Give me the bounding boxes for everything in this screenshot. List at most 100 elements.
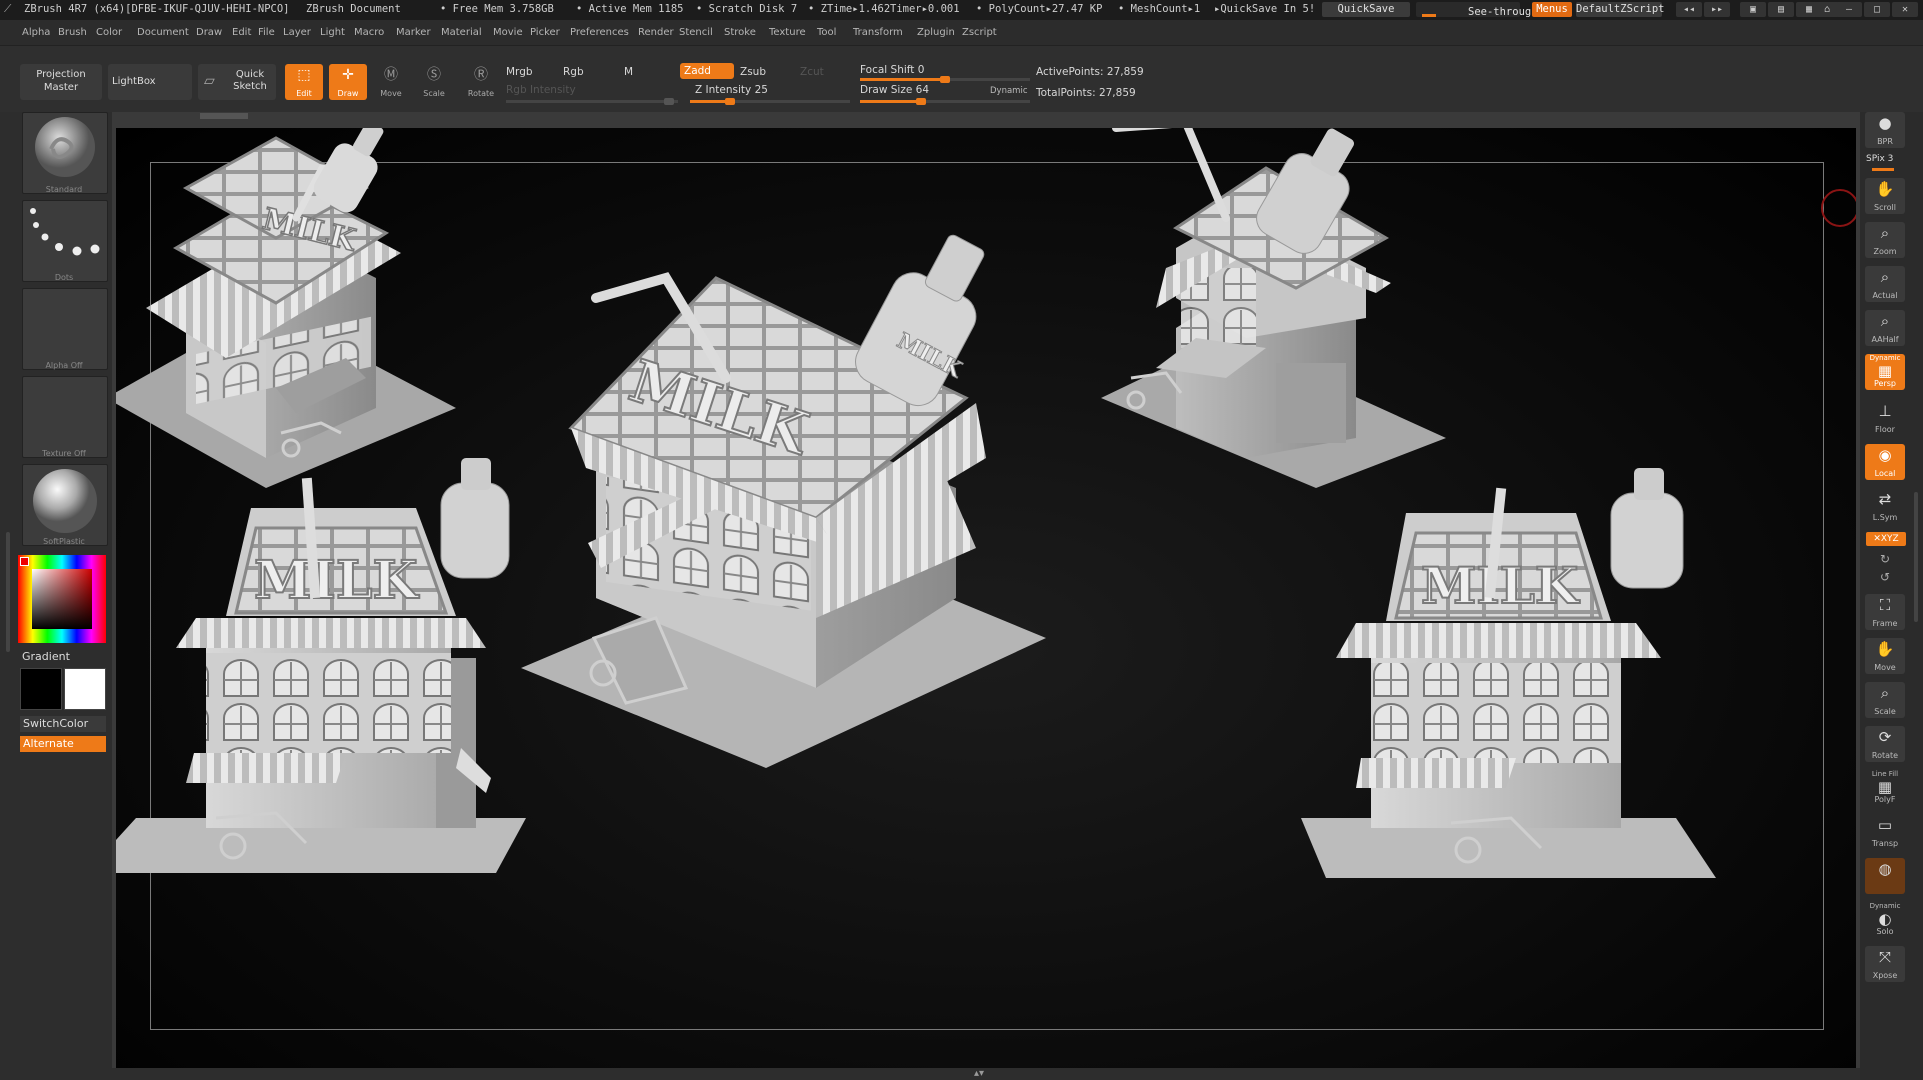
expand-bottom-shelf-icon[interactable]: ▴▾	[974, 1068, 984, 1079]
scroll-left-icon[interactable]: ◂◂	[1676, 2, 1702, 17]
secondary-color-swatch[interactable]	[64, 668, 106, 710]
solo-button[interactable]: Dynamic ◐ Solo	[1865, 902, 1905, 938]
menu-light[interactable]: Light	[320, 27, 345, 38]
m-button[interactable]: M	[624, 66, 633, 78]
color-picker[interactable]	[18, 555, 106, 643]
gradient-toggle[interactable]: Gradient	[22, 650, 70, 663]
aahalf-button[interactable]: ⌕ AAHalf	[1865, 310, 1905, 346]
draw-size-knob[interactable]	[916, 98, 927, 105]
minimize-icon[interactable]: –	[1836, 2, 1862, 17]
rgb-intensity-knob[interactable]	[664, 98, 674, 105]
zadd-button[interactable]: Zadd	[680, 63, 734, 79]
menu-macro[interactable]: Macro	[354, 27, 384, 38]
main-color-swatch[interactable]	[20, 668, 62, 710]
move-icon: Ⓜ	[384, 67, 398, 83]
zoom-button[interactable]: ⌕ Zoom	[1865, 222, 1905, 258]
rgb-intensity-track[interactable]	[506, 98, 678, 105]
layout-alt-icon[interactable]: ▤	[1768, 2, 1794, 17]
rotate-button[interactable]: Ⓡ Rotate	[461, 64, 501, 100]
actual-button[interactable]: ⌕ Actual	[1865, 266, 1905, 302]
xyz-toggle[interactable]: ✕XYZ	[1866, 532, 1906, 546]
canvas-scroll-tab[interactable]	[200, 113, 248, 119]
default-zscript-button[interactable]: DefaultZScript	[1576, 2, 1665, 17]
local-button[interactable]: ◉ Local	[1865, 444, 1905, 480]
menu-edit[interactable]: Edit	[232, 27, 251, 38]
texture-thumbnail[interactable]	[22, 376, 108, 458]
xpose-button[interactable]: ⤧ Xpose	[1865, 946, 1905, 982]
lightbox-button[interactable]: LightBox	[108, 64, 192, 100]
menu-brush[interactable]: Brush	[58, 27, 87, 38]
material-thumbnail[interactable]	[22, 464, 108, 546]
spix-slider[interactable]: SPix 3	[1866, 154, 1893, 164]
draw-button[interactable]: ✛ Draw	[329, 64, 367, 100]
maximize-icon[interactable]: □	[1864, 2, 1890, 17]
alpha-thumbnail[interactable]	[22, 288, 108, 370]
menu-stencil[interactable]: Stencil	[679, 27, 713, 38]
menu-preferences[interactable]: Preferences	[570, 27, 629, 38]
menu-texture[interactable]: Texture	[769, 27, 806, 38]
app-logo-icon: ⟋	[4, 3, 12, 15]
projection-master-button[interactable]: Projection Master	[20, 64, 102, 100]
brush-thumbnail[interactable]	[22, 112, 108, 194]
menu-movie[interactable]: Movie	[493, 27, 523, 38]
rotate-z-icon[interactable]: ↺	[1880, 570, 1890, 584]
zcut-button[interactable]: Zcut	[800, 66, 824, 78]
menu-render[interactable]: Render	[638, 27, 674, 38]
rotate-view-button[interactable]: ⟳ Rotate	[1865, 726, 1905, 762]
rotate-y-icon[interactable]: ↻	[1880, 552, 1890, 566]
scroll-button[interactable]: ✋ Scroll	[1865, 178, 1905, 214]
mrgb-button[interactable]: Mrgb	[506, 66, 533, 78]
z-intensity-knob[interactable]	[725, 98, 735, 105]
alternate-button[interactable]: Alternate	[20, 736, 106, 752]
rgb-button[interactable]: Rgb	[563, 66, 584, 78]
menus-button[interactable]: Menus	[1532, 2, 1572, 17]
polyf-button[interactable]: Line Fill ▦ PolyF	[1865, 770, 1905, 806]
menu-color[interactable]: Color	[96, 27, 122, 38]
see-through-slider[interactable]: See-through 0	[1416, 2, 1550, 18]
left-shelf-scrollbar[interactable]	[6, 532, 10, 652]
bpr-button[interactable]: ● BPR	[1865, 112, 1905, 148]
menu-stroke[interactable]: Stroke	[724, 27, 756, 38]
menu-material[interactable]: Material	[441, 27, 482, 38]
floor-button[interactable]: ⊥ Floor	[1865, 400, 1905, 436]
document-title: ZBrush Document	[306, 3, 401, 15]
close-icon[interactable]: ✕	[1892, 2, 1918, 17]
focal-shift-knob[interactable]	[940, 76, 950, 83]
z-intensity-slider[interactable]	[690, 98, 850, 105]
layout-icon[interactable]: ▣	[1740, 2, 1766, 17]
transp-label: Transp	[1871, 839, 1899, 848]
ghost-button[interactable]: ◍	[1865, 858, 1905, 894]
menu-picker[interactable]: Picker	[530, 27, 560, 38]
stroke-thumbnail[interactable]	[22, 200, 108, 282]
menu-layer[interactable]: Layer	[283, 27, 311, 38]
menu-zscript[interactable]: Zscript	[962, 27, 997, 38]
menu-document[interactable]: Document	[137, 27, 189, 38]
scroll-right-icon[interactable]: ▸▸	[1704, 2, 1730, 17]
menu-file[interactable]: File	[258, 27, 275, 38]
quick-sketch-button[interactable]: ▱ Quick Sketch	[198, 64, 276, 100]
menu-marker[interactable]: Marker	[396, 27, 431, 38]
zsub-button[interactable]: Zsub	[740, 66, 766, 78]
switch-color-button[interactable]: SwitchColor	[20, 716, 106, 732]
menu-transform[interactable]: Transform	[853, 27, 903, 38]
frame-button[interactable]: ⛶ Frame	[1865, 594, 1905, 630]
right-shelf-scrollbar[interactable]	[1914, 492, 1918, 622]
focal-shift-slider[interactable]	[860, 76, 1030, 83]
edit-button[interactable]: ⬚ Edit	[285, 64, 323, 100]
persp-button[interactable]: Dynamic ▦ Persp	[1865, 354, 1905, 390]
transp-button[interactable]: ▭ Transp	[1865, 814, 1905, 850]
move-view-button[interactable]: ✋ Move	[1865, 638, 1905, 674]
menu-zplugin[interactable]: Zplugin	[917, 27, 955, 38]
color-picker-square[interactable]	[32, 569, 92, 629]
menu-draw[interactable]: Draw	[196, 27, 222, 38]
dynamic-toggle[interactable]: Dynamic	[990, 86, 1028, 96]
move-button[interactable]: Ⓜ Move	[372, 64, 410, 100]
rgb-intensity-slider[interactable]: Rgb Intensity	[506, 84, 576, 96]
menu-alpha[interactable]: Alpha	[22, 27, 50, 38]
draw-size-slider[interactable]	[860, 98, 1030, 105]
scale-button[interactable]: Ⓢ Scale	[415, 64, 453, 100]
scale-view-button[interactable]: ⌕ Scale	[1865, 682, 1905, 718]
quicksave-button[interactable]: QuickSave	[1322, 2, 1410, 17]
lsym-button[interactable]: ⇄ L.Sym	[1865, 488, 1905, 524]
menu-tool[interactable]: Tool	[817, 27, 836, 38]
